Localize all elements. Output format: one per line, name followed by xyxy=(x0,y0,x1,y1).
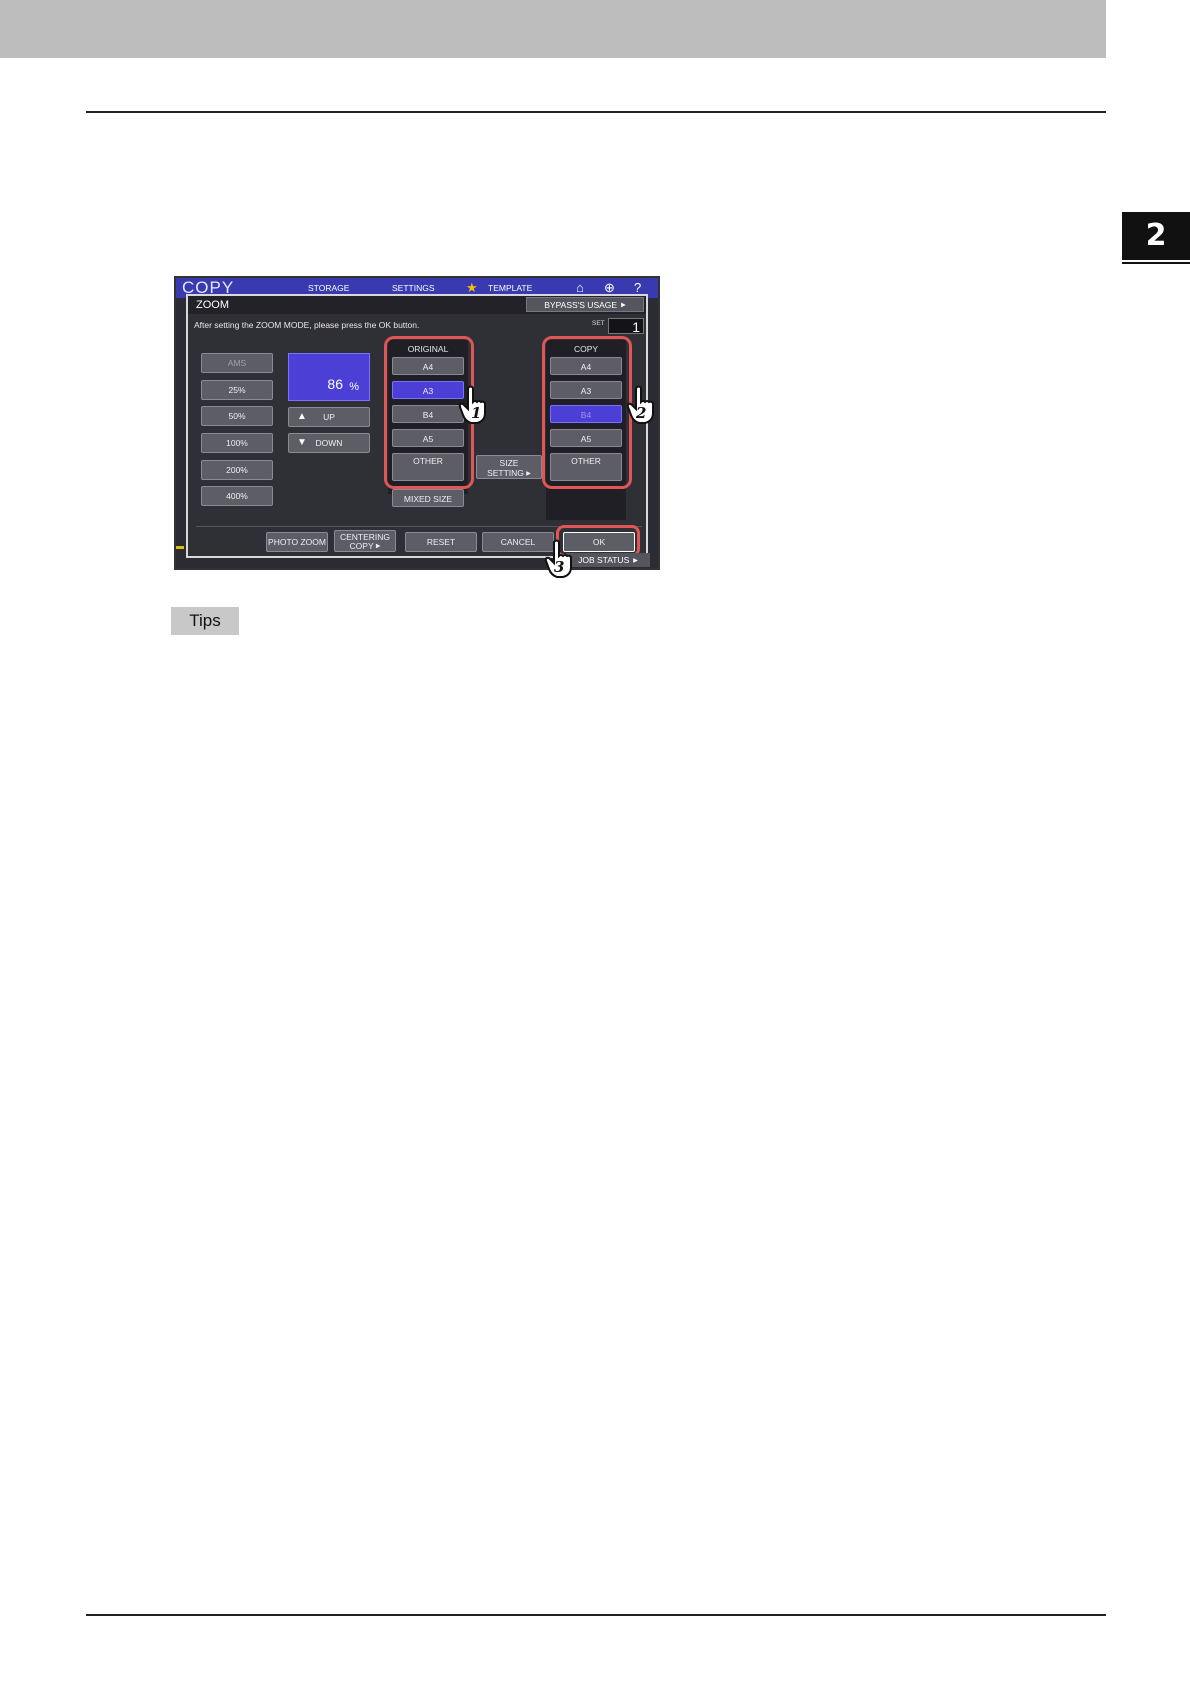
photo-zoom-button[interactable]: PHOTO ZOOM xyxy=(266,532,328,552)
photo-zoom-label: PHOTO ZOOM xyxy=(268,537,326,547)
pointing-hand-icon: 2 xyxy=(626,385,654,424)
dialog-header: ZOOM BYPASS'S USAGE ▶ xyxy=(188,296,646,314)
zoom-preset-50[interactable]: 50% xyxy=(201,406,273,426)
footer-rule xyxy=(86,1614,1106,1616)
step-3-number: 3 xyxy=(554,558,564,576)
zoom-down-label: DOWN xyxy=(315,438,343,448)
triangle-up-icon: ▲ xyxy=(297,411,307,422)
centering-copy-button[interactable]: CENTERING COPY ▶ xyxy=(334,530,396,552)
size-setting-line1: SIZE xyxy=(499,458,519,468)
centering-copy-line2: COPY xyxy=(349,541,374,551)
zoom-preset-200[interactable]: 200% xyxy=(201,460,273,480)
zoom-preset-ams[interactable]: AMS xyxy=(201,353,273,373)
pointing-hand-icon: 3 xyxy=(544,539,572,578)
set-label: SET xyxy=(592,320,605,327)
bypass-usage-button[interactable]: BYPASS'S USAGE ▶ xyxy=(526,297,644,312)
mixed-size-button[interactable]: MIXED SIZE xyxy=(392,489,464,507)
triangle-down-icon: ▼ xyxy=(297,437,307,448)
step-1-number: 1 xyxy=(471,404,481,422)
job-status-label: JOB STATUS xyxy=(578,555,630,565)
zoom-down-button[interactable]: ▼ DOWN xyxy=(288,433,370,453)
zoom-ratio-display: 86 % xyxy=(288,353,370,401)
zoom-ratio-unit: % xyxy=(349,381,359,393)
play-arrow-icon: ▶ xyxy=(375,543,381,550)
tips-label: Tips xyxy=(171,607,239,635)
play-arrow-icon: ▶ xyxy=(619,302,626,309)
chapter-tab: 2 xyxy=(1122,212,1190,260)
zoom-up-button[interactable]: ▲ UP xyxy=(288,407,370,427)
job-status-button[interactable]: JOB STATUS ▶ xyxy=(566,553,650,567)
play-arrow-icon: ▶ xyxy=(631,557,638,564)
chapter-tab-rule xyxy=(1122,262,1190,264)
instruction-text: After setting the ZOOM MODE, please pres… xyxy=(194,320,420,330)
pointing-hand-icon: 1 xyxy=(458,385,486,424)
copier-screenshot: COPY STORAGE SETTINGS ★ TEMPLATE ⌂ ⊕ ? Z… xyxy=(174,276,660,570)
play-arrow-icon: ▶ xyxy=(526,470,531,477)
bypass-usage-label: BYPASS'S USAGE xyxy=(544,300,618,310)
header-rule xyxy=(86,111,1106,113)
zoom-ratio-value: 86 xyxy=(327,376,343,392)
size-setting-line2: SETTING xyxy=(487,468,524,478)
step-2-highlight xyxy=(542,336,632,489)
zoom-preset-25[interactable]: 25% xyxy=(201,380,273,400)
zoom-up-label: UP xyxy=(323,412,335,422)
zoom-dialog: ZOOM BYPASS'S USAGE ▶ After setting the … xyxy=(186,294,648,558)
set-count: 1 xyxy=(608,318,644,335)
step-2-number: 2 xyxy=(635,404,646,422)
zoom-preset-400[interactable]: 400% xyxy=(201,486,273,506)
zoom-preset-100[interactable]: 100% xyxy=(201,433,273,453)
status-indicator xyxy=(176,546,184,549)
header-band xyxy=(0,0,1106,58)
size-setting-button[interactable]: SIZE SETTING ▶ xyxy=(476,455,542,479)
dialog-title: ZOOM xyxy=(196,299,229,311)
reset-button[interactable]: RESET xyxy=(405,532,477,552)
